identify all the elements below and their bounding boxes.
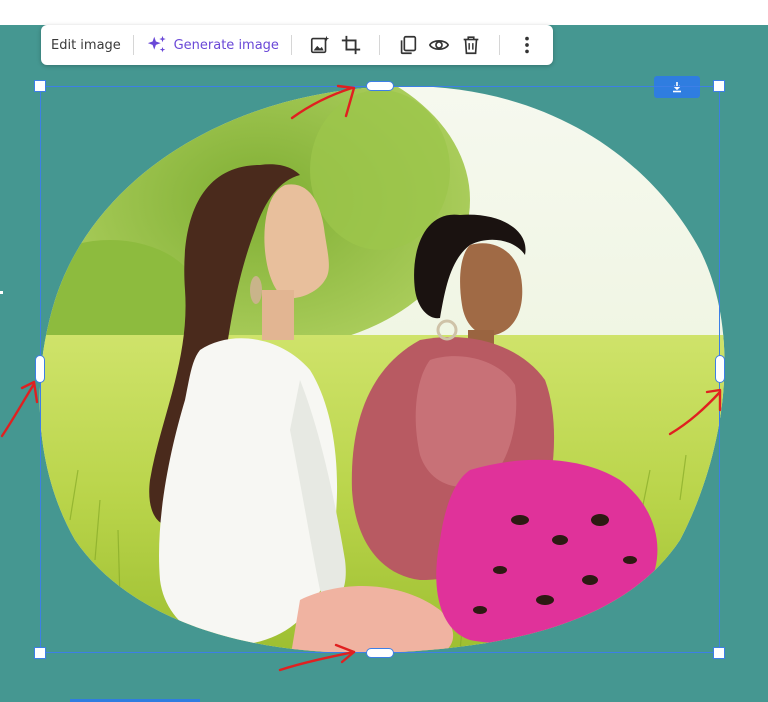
duplicate-button[interactable] bbox=[396, 30, 420, 60]
download-button[interactable] bbox=[654, 76, 700, 98]
toolbar-divider bbox=[498, 35, 500, 55]
edit-image-button[interactable]: Edit image bbox=[51, 38, 121, 53]
resize-handle-top-right[interactable] bbox=[713, 80, 725, 92]
resize-handle-top-left[interactable] bbox=[34, 80, 46, 92]
generate-image-button[interactable]: Generate image bbox=[146, 34, 279, 56]
resize-handle-left[interactable] bbox=[35, 355, 45, 383]
image-edit-button[interactable] bbox=[308, 30, 332, 60]
image-photo-group bbox=[39, 86, 725, 654]
download-icon bbox=[673, 82, 681, 93]
visibility-button[interactable] bbox=[427, 30, 451, 60]
crop-button[interactable] bbox=[339, 30, 363, 60]
more-vertical-icon bbox=[525, 36, 529, 54]
generate-image-label: Generate image bbox=[173, 37, 279, 53]
more-options-button[interactable] bbox=[515, 30, 539, 60]
image-edit-icon bbox=[310, 35, 329, 54]
duplicate-icon bbox=[400, 35, 416, 55]
toolbar-divider bbox=[132, 35, 134, 55]
resize-handle-right[interactable] bbox=[715, 355, 725, 383]
trash-icon bbox=[463, 36, 479, 55]
toolbar-divider bbox=[290, 35, 292, 55]
delete-button[interactable] bbox=[459, 30, 483, 60]
resize-handle-bottom-left[interactable] bbox=[34, 647, 46, 659]
resize-handle-bottom[interactable] bbox=[366, 648, 394, 658]
eye-icon bbox=[429, 40, 450, 50]
resize-handle-top[interactable] bbox=[366, 81, 394, 91]
image-toolbar: Edit image Generate image bbox=[41, 25, 553, 65]
image-content[interactable] bbox=[0, 0, 768, 702]
sparkle-icon bbox=[147, 35, 166, 53]
crop-icon bbox=[341, 35, 361, 55]
resize-handle-bottom-right[interactable] bbox=[713, 647, 725, 659]
toolbar-divider bbox=[378, 35, 380, 55]
